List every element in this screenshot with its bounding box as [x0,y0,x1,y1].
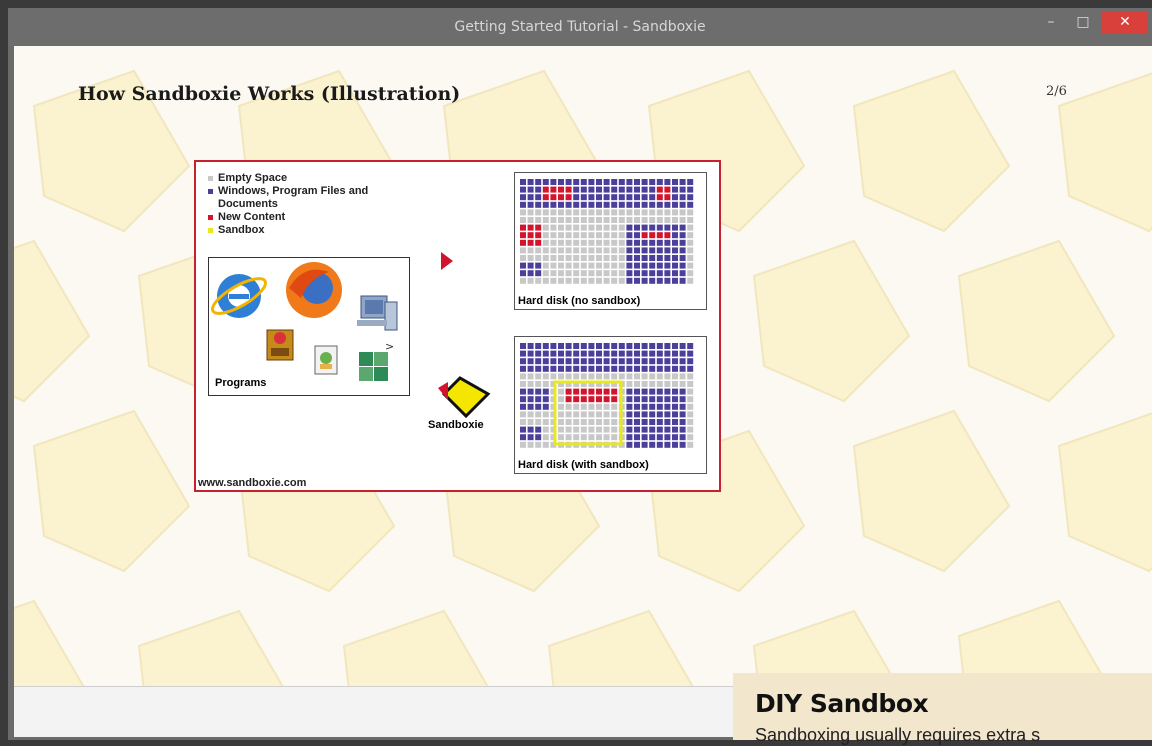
document-icon [314,345,338,375]
svg-text:>: > [385,340,394,353]
internet-explorer-icon [211,274,267,318]
sandbox-region [553,380,623,446]
title-bar[interactable]: Getting Started Tutorial - Sandboxie – □… [8,8,1152,46]
arrow-right-icon [441,252,453,270]
disk-grid-no-sandbox [520,179,694,284]
legend: Empty Space Windows, Program Files and D… [208,172,388,237]
application-icon [266,329,294,361]
article-title: DIY Sandbox [755,689,929,718]
sandboxie-illustration: Empty Space Windows, Program Files and D… [194,160,721,492]
slide-content: How Sandboxie Works (Illustration) 2/6 E… [14,46,1152,686]
legend-item-new-content: New Content [208,211,388,224]
sandboxie-label: Sandboxie [428,419,484,431]
slide-heading: How Sandboxie Works (Illustration) [78,83,461,105]
close-button[interactable]: ✕ [1102,12,1148,34]
computer-icon [357,295,398,331]
programs-label: Programs [215,377,267,389]
article-text: Sandboxing usually requires extra s [755,725,1041,745]
puzzle-icon: > [359,340,394,381]
disk-grid-with-sandbox [520,343,694,448]
minimize-button[interactable]: – [1038,12,1064,34]
firefox-icon [286,262,342,318]
programs-box: > Programs [208,257,410,396]
maximize-button[interactable]: □ [1070,12,1096,34]
hard-disk-with-sandbox-label: Hard disk (with sandbox) [518,459,649,471]
hard-disk-no-sandbox-label: Hard disk (no sandbox) [518,295,641,307]
sandboxie-url: www.sandboxie.com [198,477,307,489]
page-indicator: 2/6 [1046,84,1067,99]
legend-item-empty-space: Empty Space [208,172,388,185]
hard-disk-with-sandbox: Hard disk (with sandbox) [514,336,707,474]
window-title: Getting Started Tutorial - Sandboxie [454,19,706,35]
program-icons: > [211,262,398,381]
tutorial-window: Getting Started Tutorial - Sandboxie – □… [8,8,1152,740]
article-sidebar-box: DIY Sandbox Sandboxing usually requires … [733,673,1152,745]
hard-disk-no-sandbox: Hard disk (no sandbox) [514,172,707,310]
legend-item-sandbox: Sandbox [208,224,388,237]
legend-item-windows: Windows, Program Files and Documents [208,185,388,211]
